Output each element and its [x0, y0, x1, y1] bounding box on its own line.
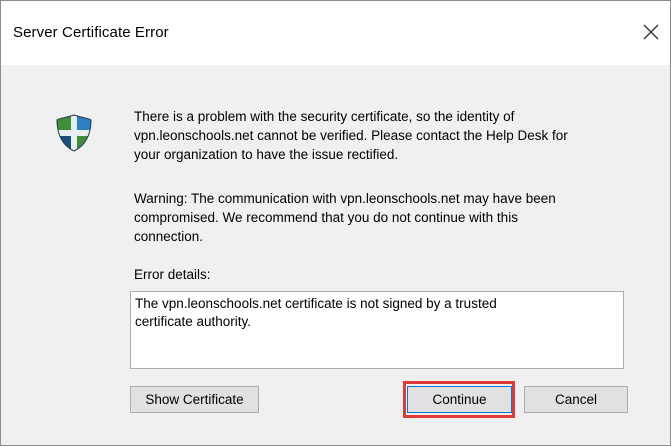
error-details-label: Error details:	[134, 267, 211, 282]
error-details-textbox[interactable]: The vpn.leonschools.net certificate is n…	[130, 291, 624, 369]
certificate-error-dialog: Server Certificate Error There is a prob…	[0, 0, 671, 446]
close-button[interactable]	[636, 17, 666, 47]
cancel-button[interactable]: Cancel	[524, 386, 628, 413]
warning-message: Warning: The communication with vpn.leon…	[134, 189, 556, 246]
security-shield-icon	[54, 113, 94, 153]
message-line: your organization to have the issue rect…	[134, 147, 399, 162]
show-certificate-button[interactable]: Show Certificate	[130, 386, 259, 413]
message-line: vpn.leonschools.net cannot be verified. …	[134, 128, 568, 143]
warning-line: Warning: The communication with vpn.leon…	[134, 191, 556, 206]
dialog-title: Server Certificate Error	[13, 24, 169, 41]
warning-line: connection.	[134, 229, 204, 244]
warning-line: compromised. We recommend that you do no…	[134, 210, 518, 225]
title-bar: Server Certificate Error	[1, 1, 670, 65]
continue-button[interactable]: Continue	[407, 386, 512, 413]
close-icon	[643, 24, 659, 40]
certificate-problem-message: There is a problem with the security cer…	[134, 107, 568, 164]
message-line: There is a problem with the security cer…	[134, 109, 515, 124]
